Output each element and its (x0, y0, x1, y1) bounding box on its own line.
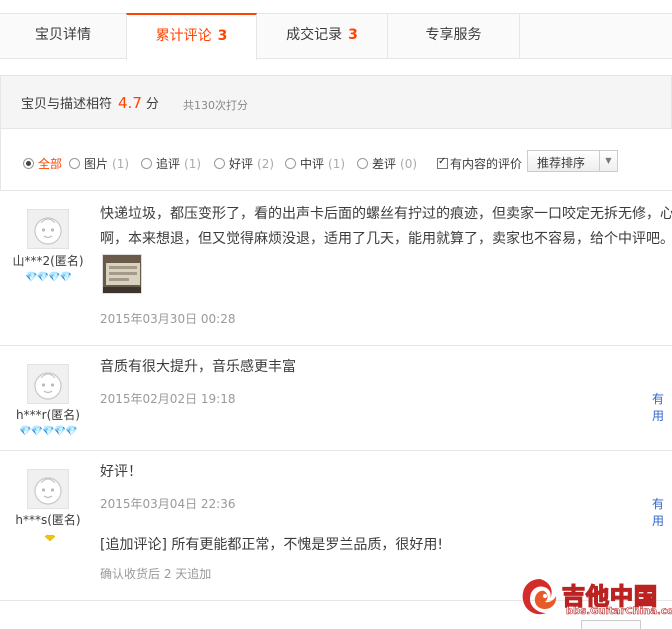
site-watermark: 吉他中国 bbs.GuitarChina.com (518, 575, 672, 623)
avatar (27, 209, 69, 249)
detail-tabs: 宝贝详情 累计评论 3 成交记录 3 专享服务 (0, 13, 672, 60)
rating-description: 宝贝与描述相符 4.7 分 (21, 93, 159, 112)
filter-label: 追评 (156, 157, 181, 171)
tab-reviews[interactable]: 累计评论 3 (126, 13, 257, 60)
rating-label: 宝贝与描述相符 (21, 97, 113, 112)
reviewer-name: 山***2(匿名) (12, 254, 84, 268)
radio-icon (141, 158, 152, 169)
tab-item-details[interactable]: 宝贝详情 (0, 13, 127, 59)
appended-review-text: [追加评论] 所有更能都正常，不愧是罗兰品质，很好用! (100, 537, 443, 553)
radio-icon (357, 158, 368, 169)
sort-select[interactable]: 推荐排序 ▼ (527, 150, 618, 172)
filter-label: 全部 (38, 157, 63, 171)
review-date: 2015年03月30日 00:28 (100, 312, 236, 326)
review-filter-bar: 全部 图片(1) 追评(1) 好评(2) 中评(1) 差评(0) 有内容的评价 … (0, 128, 672, 191)
checkbox-label: 有内容的评价 (450, 157, 523, 171)
radio-icon (69, 158, 80, 169)
rating-score: 4.7 (118, 94, 142, 112)
filter-neutral[interactable]: 中评 (1) (285, 155, 345, 172)
filter-count: (1) (184, 157, 202, 171)
filter-negative[interactable]: 差评 (0) (357, 155, 417, 172)
reviewer-name: h***r(匿名) (16, 408, 80, 422)
rating-summary: 宝贝与描述相符 4.7 分 共130次打分 (0, 75, 672, 129)
review-date: 2015年03月04日 22:36 (100, 497, 236, 511)
review-item: 山***2(匿名) 💎💎💎💎 快递垃圾，都压变形了，看的出声卡后面的螺丝有拧过的… (0, 192, 672, 346)
tab-label: 成交记录 (286, 27, 343, 43)
tab-label: 专享服务 (425, 27, 482, 43)
radio-icon (285, 158, 296, 169)
avatar (27, 364, 69, 404)
default-avatar-icon (34, 372, 62, 400)
filter-count: (0) (400, 157, 418, 171)
useful-link[interactable]: 有用 (652, 390, 672, 424)
tab-label: 宝贝详情 (35, 27, 91, 43)
useful-link[interactable]: 有用 (652, 495, 672, 529)
review-photo-thumbnail[interactable] (102, 254, 142, 294)
filter-followup[interactable]: 追评 (1) (141, 155, 201, 172)
filter-label: 差评 (372, 157, 397, 171)
review-text: 音质有很大提升，音乐感更丰富 (100, 355, 296, 380)
review-text-line: 快递垃圾，都压变形了，看的出声卡后面的螺丝有拧过的痕迹，但卖家一口咬定无拆无修，… (100, 206, 672, 222)
default-avatar-icon (34, 217, 62, 245)
filter-label: 中评 (300, 157, 325, 171)
rating-total: 共130次打分 (183, 99, 248, 112)
sort-selected: 推荐排序 (537, 156, 586, 170)
radio-icon (214, 158, 225, 169)
filter-all[interactable]: 全部 (23, 155, 62, 172)
reviewer-name: h***s(匿名) (15, 513, 81, 527)
buyer-rank-diamond-icon (45, 535, 55, 541)
review-text-line: 音质有很大提升，音乐感更丰富 (100, 359, 296, 375)
chevron-down-icon: ▼ (599, 151, 617, 171)
watermark-url: bbs.GuitarChina.com (566, 606, 672, 618)
review-item: h***r(匿名) 💎💎💎💎💎 音质有很大提升，音乐感更丰富 2015年02月0… (0, 346, 672, 451)
dragon-logo-icon (522, 579, 557, 615)
radio-icon (23, 158, 34, 169)
buyer-rank-hearts-icon: 💎💎💎💎 (25, 272, 72, 283)
filter-count: (1) (328, 157, 346, 171)
review-text-line: 好评！ (100, 464, 142, 480)
tab-count: 3 (217, 28, 228, 44)
filter-positive[interactable]: 好评 (2) (214, 155, 274, 172)
filter-label: 图片 (84, 157, 109, 171)
tab-label: 累计评论 (155, 28, 212, 44)
avatar (27, 469, 69, 509)
review-text: 好评！ (100, 460, 142, 485)
review-text: 快递垃圾，都压变形了，看的出声卡后面的螺丝有拧过的痕迹，但卖家一口咬定无拆无修，… (100, 202, 672, 252)
filter-label: 好评 (229, 157, 254, 171)
tab-count: 3 (348, 27, 358, 43)
tab-services[interactable]: 专享服务 (388, 13, 520, 59)
rating-unit: 分 (145, 97, 159, 112)
buyer-rank-hearts-icon: 💎💎💎💎💎 (19, 426, 77, 437)
filter-count: (1) (112, 157, 130, 171)
tab-transactions[interactable]: 成交记录 3 (257, 13, 388, 59)
filter-pictures[interactable]: 图片 (1) (69, 155, 129, 172)
filter-count: (2) (257, 157, 275, 171)
checkbox-icon (437, 156, 448, 169)
review-date: 2015年02月02日 19:18 (100, 392, 236, 406)
appended-review-time: 确认收货后 2 天追加 (100, 567, 212, 581)
content-only-checkbox[interactable]: 有内容的评价 (437, 155, 522, 172)
default-avatar-icon (34, 477, 62, 505)
review-text-line: 啊，本来想退，但又觉得麻烦没退，适用了几天，能用就算了，卖家也不容易，给个中评吧… (100, 231, 672, 247)
